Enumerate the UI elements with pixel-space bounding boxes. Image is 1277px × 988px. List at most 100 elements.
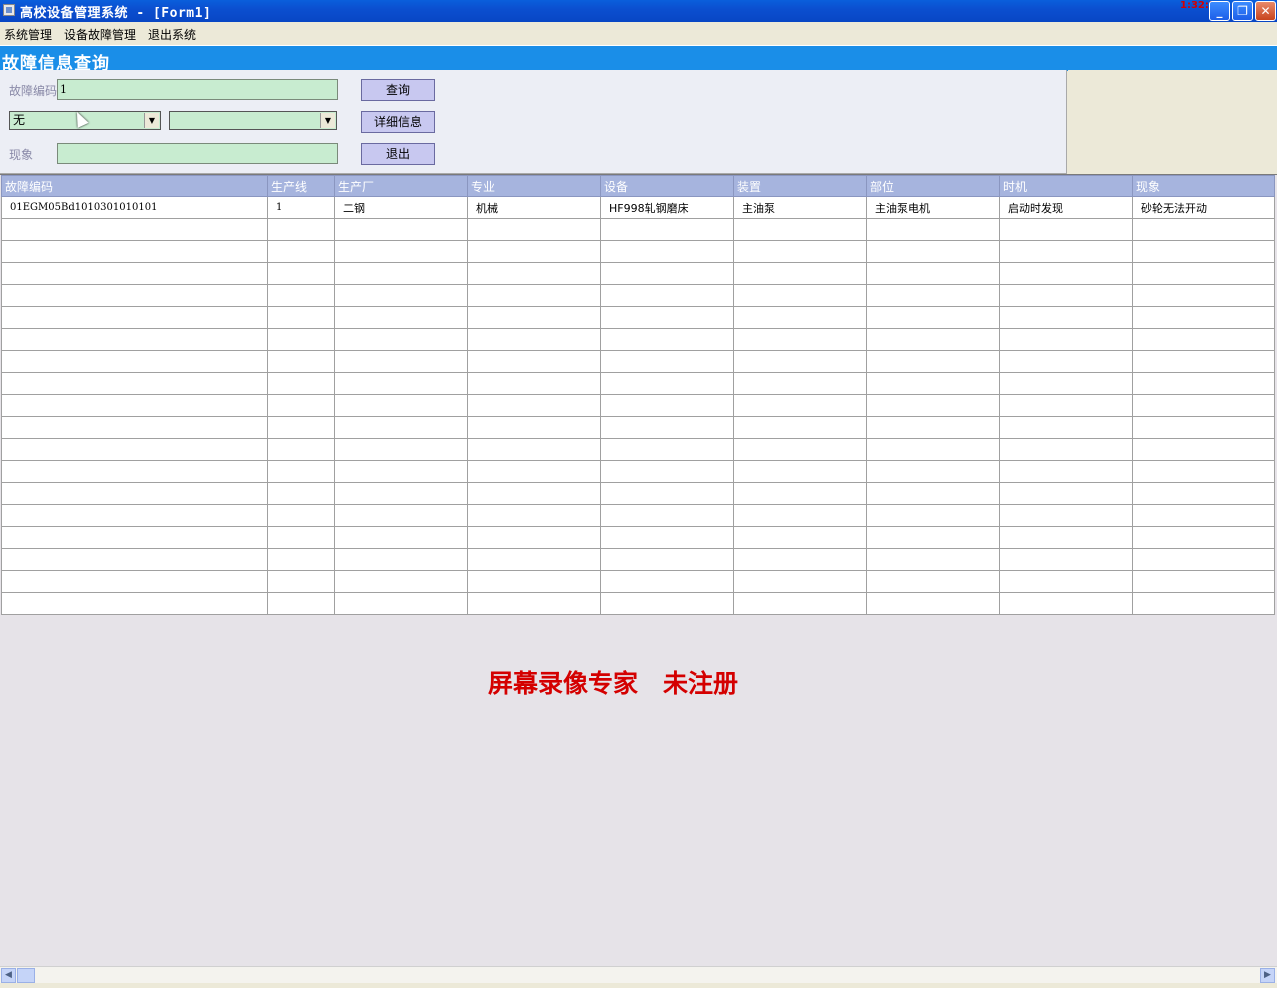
table-cell[interactable] <box>1132 350 1275 373</box>
table-cell[interactable] <box>334 416 468 439</box>
table-cell[interactable] <box>866 394 1000 417</box>
table-cell[interactable]: 主油泵电机 <box>866 196 1000 219</box>
table-cell[interactable] <box>267 372 335 395</box>
table-cell[interactable] <box>467 218 601 241</box>
table-cell[interactable] <box>1132 482 1275 505</box>
subcategory-select[interactable]: ▼ <box>169 111 337 130</box>
table-cell[interactable] <box>600 482 734 505</box>
table-cell[interactable] <box>733 262 867 285</box>
table-cell[interactable] <box>1132 416 1275 439</box>
table-cell[interactable] <box>334 504 468 527</box>
table-cell[interactable] <box>600 504 734 527</box>
table-row[interactable] <box>1 526 1275 549</box>
table-cell[interactable] <box>733 416 867 439</box>
table-cell[interactable] <box>999 570 1133 593</box>
table-row[interactable] <box>1 460 1275 483</box>
table-cell[interactable] <box>866 306 1000 329</box>
app-icon[interactable] <box>3 4 15 16</box>
table-cell[interactable] <box>600 526 734 549</box>
table-cell[interactable] <box>1132 306 1275 329</box>
table-cell[interactable] <box>866 592 1000 615</box>
table-cell[interactable] <box>334 350 468 373</box>
table-row[interactable] <box>1 570 1275 593</box>
table-cell[interactable] <box>334 438 468 461</box>
table-cell[interactable] <box>467 526 601 549</box>
table-cell[interactable] <box>733 350 867 373</box>
table-cell[interactable] <box>866 262 1000 285</box>
table-row[interactable] <box>1 548 1275 571</box>
table-cell[interactable] <box>733 504 867 527</box>
table-cell[interactable] <box>467 592 601 615</box>
table-cell[interactable] <box>334 460 468 483</box>
table-cell[interactable] <box>1132 504 1275 527</box>
table-cell[interactable] <box>267 548 335 571</box>
table-cell[interactable] <box>600 372 734 395</box>
table-cell[interactable] <box>1132 240 1275 263</box>
table-cell[interactable] <box>866 526 1000 549</box>
table-cell[interactable] <box>999 372 1133 395</box>
table-cell[interactable] <box>1132 438 1275 461</box>
table-cell[interactable] <box>600 306 734 329</box>
table-row[interactable] <box>1 218 1275 241</box>
table-cell[interactable] <box>999 460 1133 483</box>
table-cell[interactable] <box>866 438 1000 461</box>
table-cell[interactable] <box>334 526 468 549</box>
table-cell[interactable] <box>733 438 867 461</box>
table-cell[interactable] <box>866 328 1000 351</box>
table-row[interactable] <box>1 240 1275 263</box>
table-cell[interactable] <box>999 526 1133 549</box>
table-cell[interactable] <box>467 262 601 285</box>
table-row[interactable] <box>1 394 1275 417</box>
table-cell[interactable] <box>999 328 1133 351</box>
table-cell[interactable]: 砂轮无法开动 <box>1132 196 1275 219</box>
table-cell[interactable] <box>1132 526 1275 549</box>
restore-button[interactable]: ❐ <box>1232 1 1253 21</box>
table-cell[interactable] <box>1132 372 1275 395</box>
column-header[interactable]: 时机 <box>999 175 1133 197</box>
table-cell[interactable] <box>999 306 1133 329</box>
horizontal-scrollbar[interactable]: ◀ ▶ <box>0 966 1277 983</box>
table-cell[interactable] <box>334 372 468 395</box>
table-cell[interactable] <box>334 262 468 285</box>
table-cell[interactable] <box>866 218 1000 241</box>
table-cell[interactable] <box>1 504 268 527</box>
column-header[interactable]: 生产厂 <box>334 175 468 197</box>
table-cell[interactable]: 主油泵 <box>733 196 867 219</box>
table-cell[interactable] <box>1132 218 1275 241</box>
chevron-down-icon[interactable]: ▼ <box>144 113 159 128</box>
table-row[interactable] <box>1 482 1275 505</box>
table-cell[interactable] <box>334 592 468 615</box>
close-button[interactable]: ✕ <box>1255 1 1276 21</box>
table-cell[interactable] <box>999 394 1133 417</box>
table-cell[interactable] <box>334 218 468 241</box>
table-cell[interactable] <box>334 570 468 593</box>
table-cell[interactable] <box>267 350 335 373</box>
table-row[interactable] <box>1 504 1275 527</box>
table-cell[interactable] <box>1 592 268 615</box>
table-row[interactable] <box>1 306 1275 329</box>
table-cell[interactable] <box>733 218 867 241</box>
table-cell[interactable] <box>1 416 268 439</box>
table-cell[interactable] <box>267 218 335 241</box>
table-cell[interactable] <box>267 328 335 351</box>
query-button[interactable]: 查询 <box>361 79 435 101</box>
table-cell[interactable] <box>999 482 1133 505</box>
table-row[interactable] <box>1 592 1275 615</box>
detail-button[interactable]: 详细信息 <box>361 111 435 133</box>
table-cell[interactable] <box>733 526 867 549</box>
table-cell[interactable] <box>467 504 601 527</box>
table-cell[interactable] <box>467 482 601 505</box>
table-cell[interactable] <box>1 394 268 417</box>
table-cell[interactable] <box>467 394 601 417</box>
table-cell[interactable] <box>467 350 601 373</box>
table-row[interactable] <box>1 328 1275 351</box>
scroll-thumb[interactable] <box>17 968 35 983</box>
table-cell[interactable] <box>999 592 1133 615</box>
column-header[interactable]: 故障编码 <box>1 175 268 197</box>
table-cell[interactable] <box>334 284 468 307</box>
table-cell[interactable] <box>1 482 268 505</box>
table-cell[interactable] <box>1 350 268 373</box>
table-cell[interactable] <box>999 438 1133 461</box>
table-cell[interactable] <box>600 328 734 351</box>
table-cell[interactable] <box>267 482 335 505</box>
